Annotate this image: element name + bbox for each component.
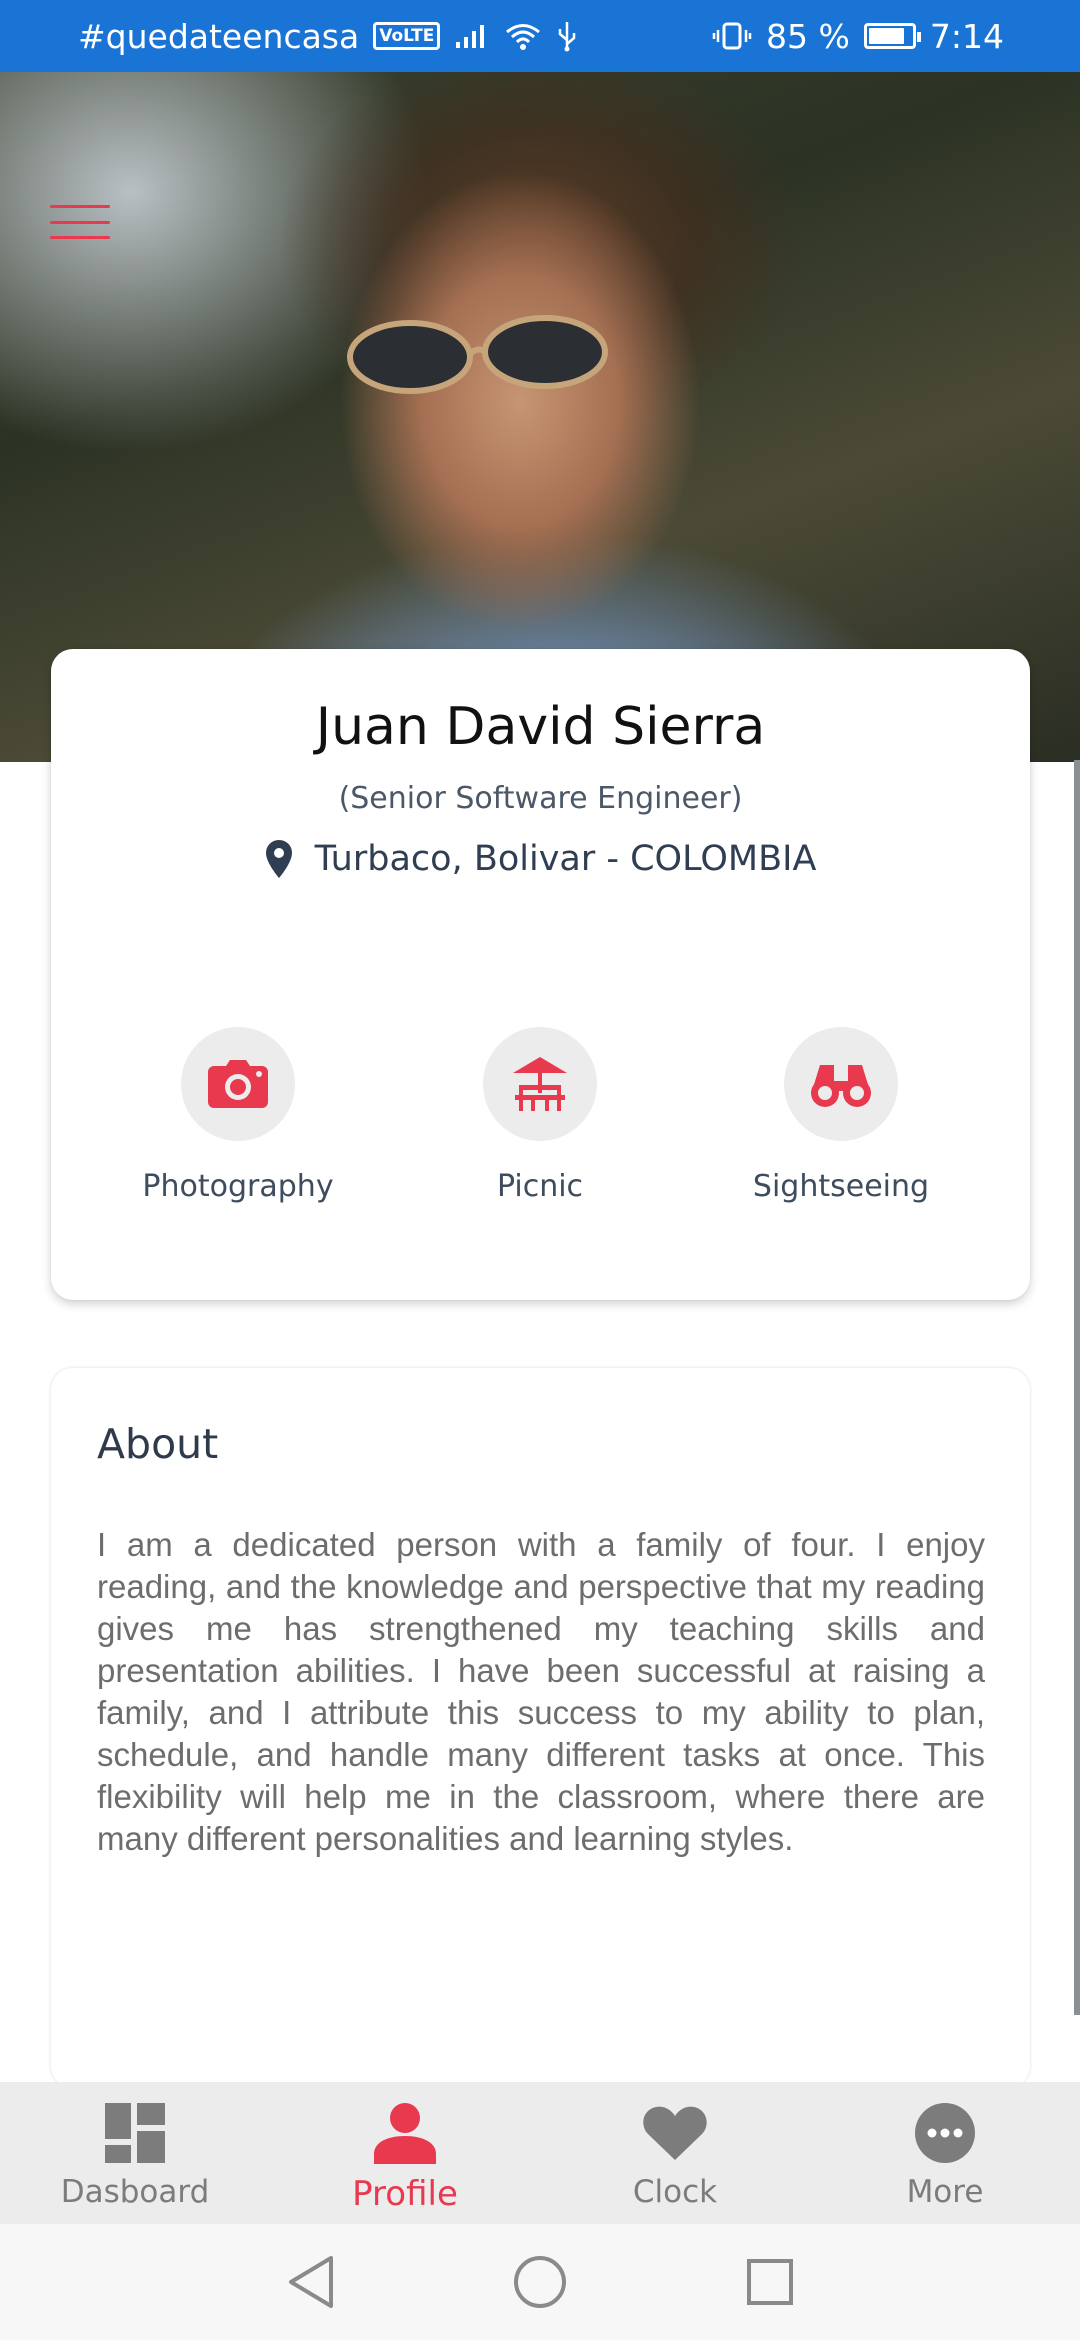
menu-line <box>50 205 110 208</box>
status-bar: #quedateencasa VoLTE 85 % 7:14 <box>0 0 1080 72</box>
tab-label: Clock <box>632 2174 718 2210</box>
about-title: About <box>97 1420 219 1468</box>
battery-fill <box>868 28 905 44</box>
about-text: I am a dedicated person with a family of… <box>97 1526 985 1857</box>
interest-icon-circle <box>181 1027 295 1141</box>
wifi-icon <box>506 24 541 50</box>
scrollbar[interactable] <box>1074 760 1080 2015</box>
more-icon <box>914 2100 976 2166</box>
interest-label: Photography <box>142 1169 334 1204</box>
profile-card: Juan David Sierra (Senior Software Engin… <box>51 649 1030 1300</box>
battery-percent: 85 % <box>766 16 850 56</box>
status-left: #quedateencasa VoLTE <box>78 17 578 56</box>
clock-time: 7:14 <box>929 16 1004 56</box>
interest-icon-circle <box>483 1027 597 1141</box>
bottom-tab-bar: Dasboard Profile Clock More <box>0 2082 1080 2224</box>
tab-clock[interactable]: Clock <box>540 2082 810 2224</box>
system-nav-bar <box>0 2224 1080 2340</box>
home-button[interactable] <box>510 2252 570 2312</box>
menu-button[interactable] <box>50 197 110 247</box>
usb-icon <box>559 22 576 52</box>
battery-icon <box>863 23 921 49</box>
sunglasses-shape <box>347 315 608 394</box>
back-button[interactable] <box>280 2252 340 2312</box>
signal-icon <box>456 25 485 48</box>
person-icon <box>372 2100 438 2166</box>
tab-label: More <box>906 2174 984 2210</box>
carrier-tag: #quedateencasa <box>78 16 360 56</box>
picnic-icon <box>513 1057 567 1111</box>
profile-location: Turbaco, Bolivar - COLOMBIA <box>51 839 1030 879</box>
tab-dashboard[interactable]: Dasboard <box>0 2082 270 2224</box>
menu-line <box>50 236 110 239</box>
vibrate-icon <box>712 22 752 50</box>
home-circle-icon <box>514 2256 566 2308</box>
interests-row: Photography Picnic Sightseeing <box>51 1027 1030 1227</box>
menu-line <box>50 220 110 224</box>
interest-label: Sightseeing <box>752 1169 930 1204</box>
interest-photography[interactable]: Photography <box>88 1027 388 1204</box>
location-pin-icon <box>265 840 292 878</box>
heart-icon <box>642 2100 708 2166</box>
location-text: Turbaco, Bolivar - COLOMBIA <box>314 839 817 879</box>
back-icon <box>289 2256 333 2308</box>
status-right: 85 % 7:14 <box>712 17 1004 56</box>
recents-button[interactable] <box>740 2252 800 2312</box>
interest-sightseeing[interactable]: Sightseeing <box>691 1027 991 1204</box>
recents-square-icon <box>747 2259 793 2305</box>
binoculars-icon <box>811 1065 871 1107</box>
interest-picnic[interactable]: Picnic <box>390 1027 690 1204</box>
about-card: About I am a dedicated person with a fam… <box>51 1368 1030 2088</box>
volte-badge: VoLTE <box>373 22 441 50</box>
interest-icon-circle <box>784 1027 898 1141</box>
profile-role: (Senior Software Engineer) <box>338 781 743 816</box>
profile-name: Juan David Sierra <box>315 697 766 757</box>
dashboard-icon <box>103 2100 167 2166</box>
tab-profile[interactable]: Profile <box>270 2082 540 2224</box>
camera-icon <box>208 1060 268 1108</box>
tab-more[interactable]: More <box>810 2082 1080 2224</box>
interest-label: Picnic <box>496 1169 584 1204</box>
tab-label: Profile <box>352 2174 458 2214</box>
tab-label: Dasboard <box>60 2174 210 2210</box>
